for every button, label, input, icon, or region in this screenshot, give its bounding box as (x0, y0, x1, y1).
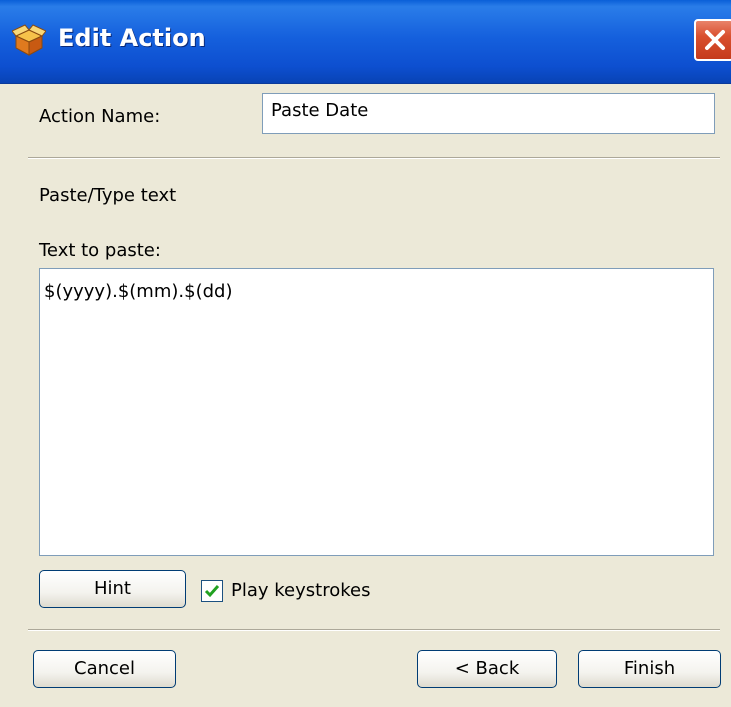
action-name-input[interactable]: Paste Date (262, 93, 715, 134)
close-icon (705, 30, 725, 50)
wizard-box-icon (11, 22, 47, 58)
section-heading: Paste/Type text (39, 185, 177, 206)
divider (28, 157, 720, 159)
title-bar[interactable]: Edit Action (0, 0, 731, 84)
action-name-label: Action Name: (39, 106, 161, 127)
close-button[interactable] (694, 19, 731, 61)
finish-button[interactable]: Finish (578, 650, 721, 688)
footer-divider (28, 629, 720, 631)
text-to-paste-textarea[interactable]: $(yyyy).$(mm).$(dd) (39, 268, 714, 556)
text-to-paste-label: Text to paste: (39, 240, 161, 261)
edit-action-dialog: Edit Action Action Name: Paste Date Past… (0, 0, 731, 707)
cancel-button[interactable]: Cancel (33, 650, 176, 688)
play-keystrokes-label[interactable]: Play keystrokes (231, 580, 370, 601)
checkmark-icon (204, 585, 220, 598)
play-keystrokes-checkbox[interactable] (201, 580, 223, 602)
dialog-title: Edit Action (58, 24, 206, 52)
hint-button[interactable]: Hint (39, 570, 186, 608)
back-button[interactable]: < Back (417, 650, 557, 688)
